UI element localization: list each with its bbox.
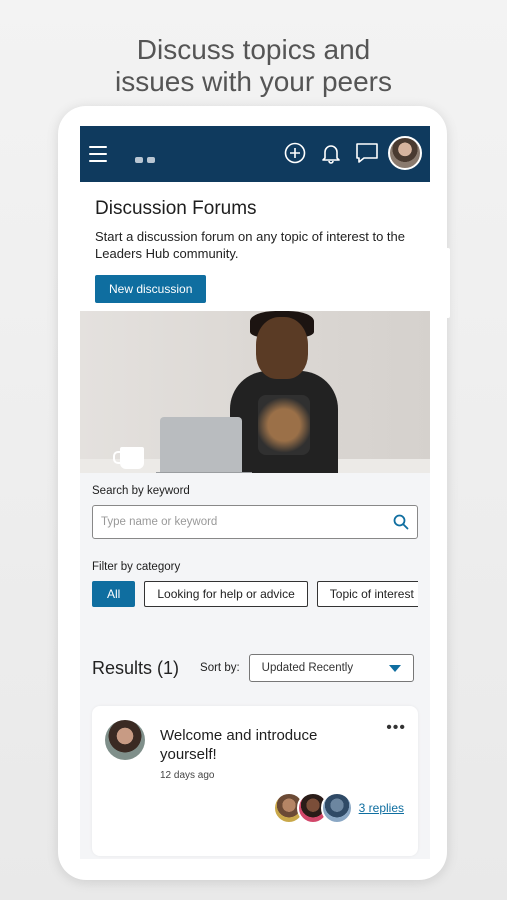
- search-icon[interactable]: [393, 514, 409, 530]
- headline-line-2: issues with your peers: [114, 66, 392, 97]
- results-header: Results (1) Sort by: Updated Recently: [92, 654, 418, 682]
- category-chips: All Looking for help or advice Topic of …: [92, 581, 418, 607]
- chip-topic-of-interest[interactable]: Topic of interest: [316, 581, 418, 607]
- search-field[interactable]: [92, 505, 418, 539]
- more-options-icon[interactable]: •••: [386, 720, 406, 736]
- discussion-card[interactable]: Welcome and introduce yourself! 12 days …: [92, 706, 418, 856]
- replies-summary: 3 replies: [272, 792, 404, 824]
- discussion-title[interactable]: Welcome and introduce yourself!: [160, 726, 350, 764]
- user-avatar[interactable]: [388, 136, 422, 170]
- bell-icon[interactable]: [318, 140, 344, 166]
- chip-all[interactable]: All: [92, 581, 136, 607]
- results-title: Results (1): [92, 657, 180, 678]
- filter-label: Filter by category: [92, 561, 181, 573]
- sort-value: Updated Recently: [261, 662, 354, 674]
- sort-dropdown[interactable]: Updated Recently: [248, 654, 414, 682]
- top-navigation-bar: [80, 126, 430, 182]
- search-input[interactable]: [101, 516, 393, 528]
- headline-line-1: Discuss topics and: [136, 34, 371, 65]
- phone-side-button: [446, 248, 450, 318]
- hamburger-icon[interactable]: [89, 146, 107, 162]
- chip-help-advice[interactable]: Looking for help or advice: [144, 581, 308, 607]
- page-description: Start a discussion forum on any topic of…: [95, 229, 405, 261]
- app-screen: Discussion Forums Start a discussion for…: [80, 126, 430, 859]
- new-discussion-button[interactable]: New discussion: [95, 275, 207, 303]
- hero-image: [80, 311, 430, 473]
- page-title: Discussion Forums: [95, 198, 257, 219]
- add-circle-icon[interactable]: [282, 140, 308, 166]
- sort-label: Sort by:: [200, 662, 240, 674]
- app-logo: [135, 150, 161, 163]
- headline: Discuss topics and issues with your peer…: [0, 34, 507, 98]
- chat-icon[interactable]: [354, 140, 380, 166]
- topbar-actions: [272, 136, 422, 170]
- author-avatar: [105, 720, 145, 760]
- intro-section: Discussion Forums Start a discussion for…: [80, 182, 430, 311]
- chevron-down-icon: [388, 664, 401, 672]
- search-filter-area: Search by keyword Filter by category All…: [80, 473, 430, 856]
- discussion-timestamp: 12 days ago: [160, 770, 215, 781]
- replies-link[interactable]: 3 replies: [359, 801, 404, 815]
- search-label: Search by keyword: [92, 485, 190, 497]
- replier-avatar: [320, 792, 353, 824]
